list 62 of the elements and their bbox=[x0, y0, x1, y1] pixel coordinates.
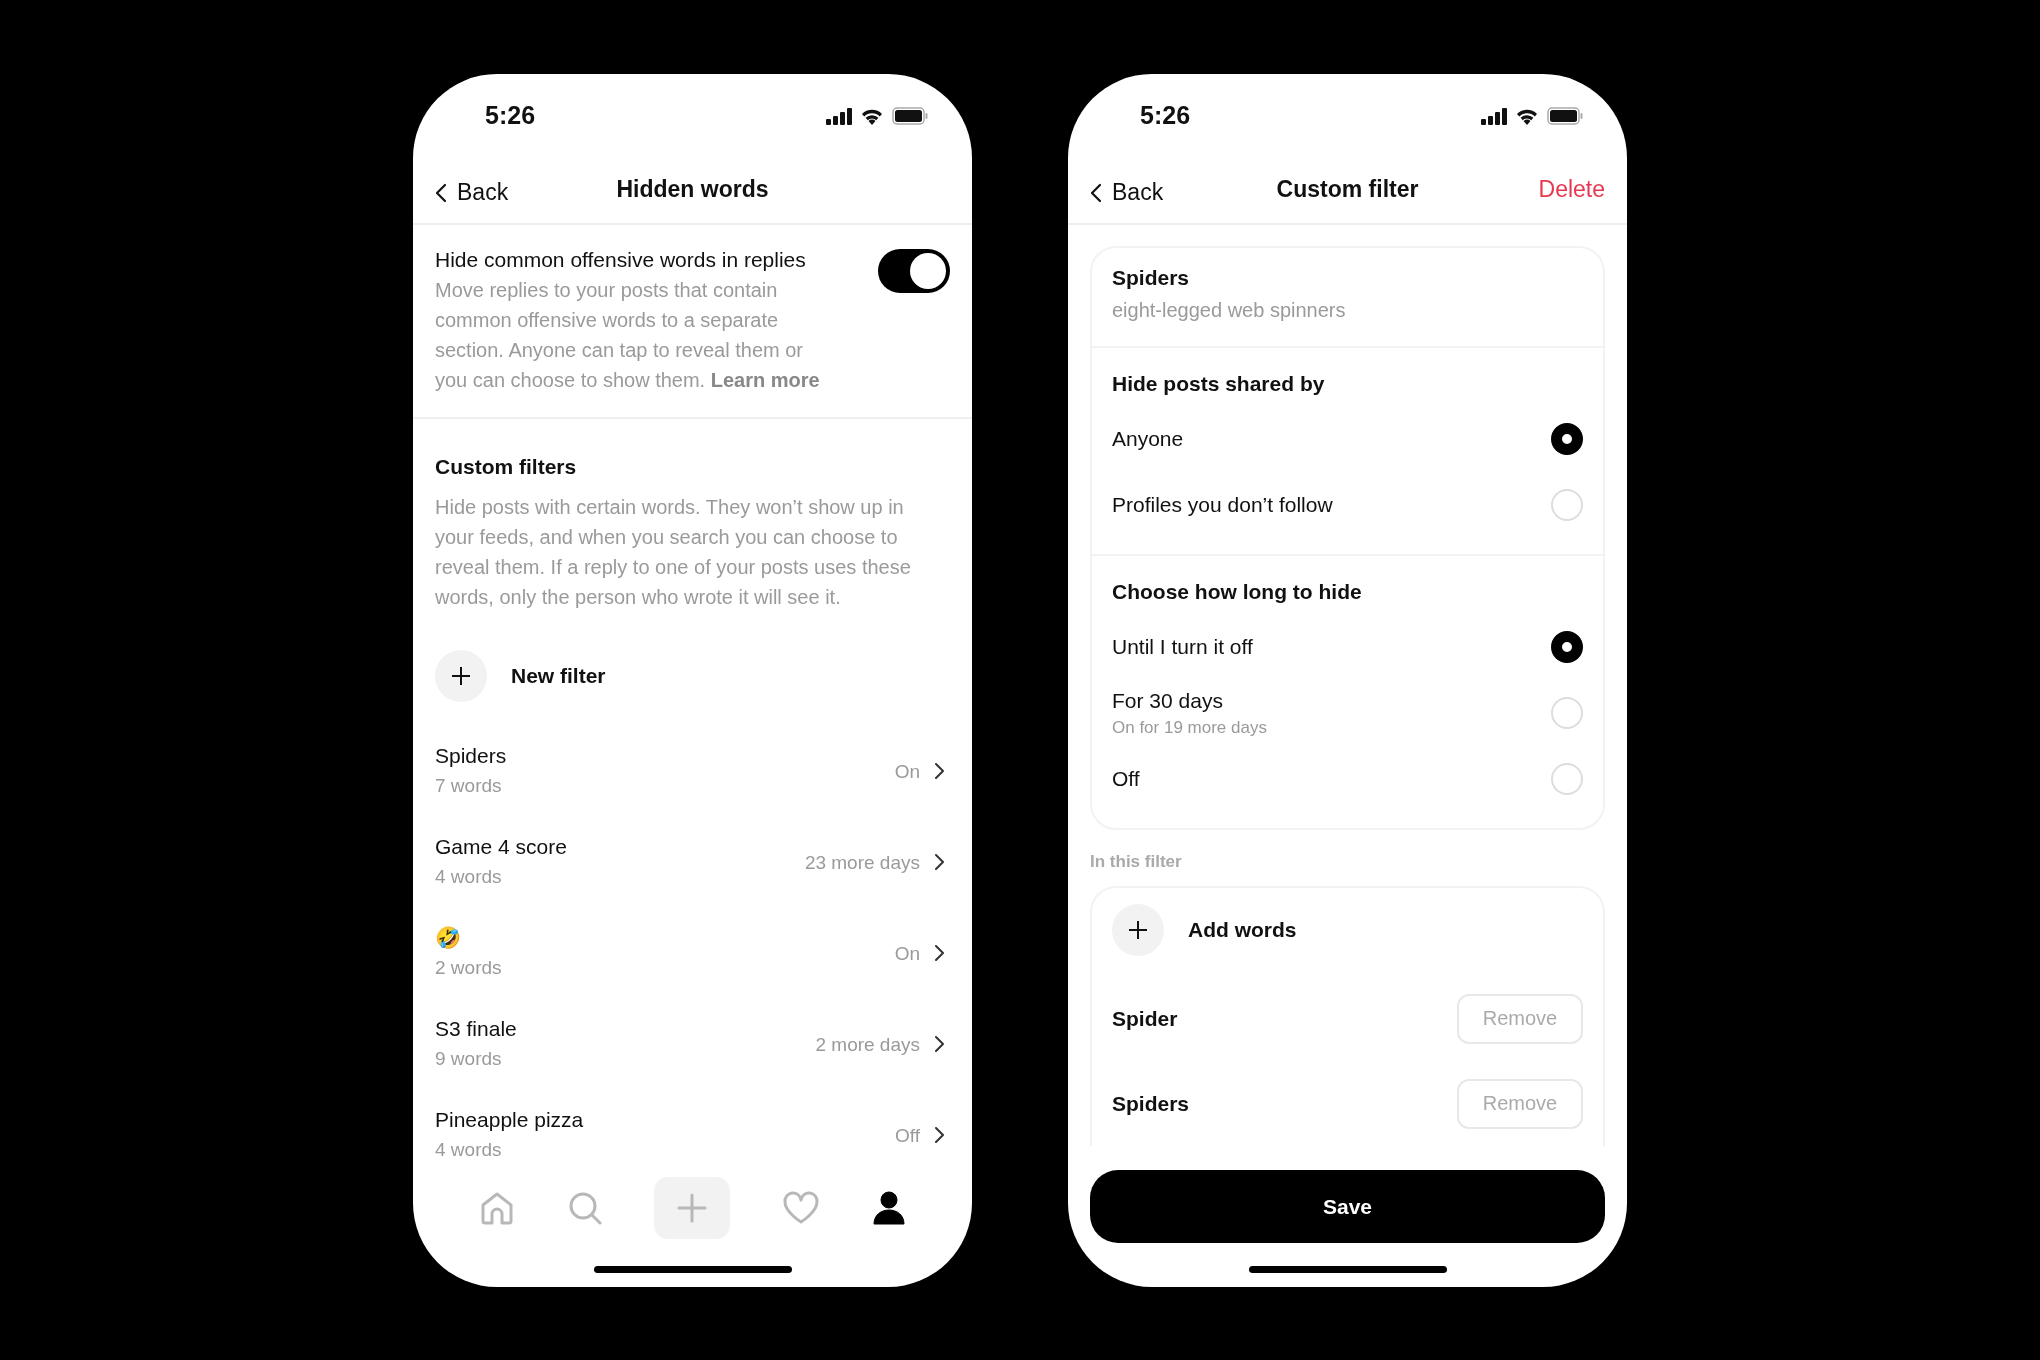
signal-icon bbox=[1481, 107, 1507, 125]
toggle-switch[interactable] bbox=[878, 249, 950, 293]
filter-description: eight-legged web spinners bbox=[1112, 298, 1347, 323]
profile-icon[interactable] bbox=[872, 1191, 907, 1225]
chevron-right-icon[interactable] bbox=[934, 762, 944, 780]
chevron-right-icon[interactable] bbox=[934, 944, 944, 962]
battery-icon bbox=[892, 107, 928, 125]
chevron-left-icon bbox=[1090, 182, 1102, 203]
screen-title: Hidden words bbox=[616, 176, 769, 203]
wifi-icon bbox=[860, 107, 884, 125]
word-count: 9 words bbox=[435, 1047, 503, 1071]
add-words-button[interactable]: Add words bbox=[1188, 918, 1297, 942]
chevron-left-icon bbox=[435, 182, 447, 203]
filter-name[interactable]: Spiders bbox=[435, 741, 881, 771]
filter-name: Spiders bbox=[1112, 265, 1191, 291]
filter-word: Spiders bbox=[1112, 1090, 1190, 1117]
setting-description: Move replies to your posts that contain common offensive words to a separate section. Anyone can tap to reveal them or you can choose to show them. Learn more bbox=[435, 278, 821, 393]
group-title: Hide posts shared by bbox=[1112, 371, 1326, 397]
group-title: Choose how long to hide bbox=[1112, 579, 1363, 605]
section-label: In this filter bbox=[1090, 852, 1183, 872]
filter-word: Spider bbox=[1112, 1005, 1178, 1032]
status-time: 5:26 bbox=[1140, 100, 1191, 130]
wifi-icon bbox=[1515, 107, 1539, 125]
word-count: 2 words bbox=[435, 956, 503, 980]
filter-status: On bbox=[894, 943, 920, 965]
filter-name[interactable]: Pineapple pizza bbox=[435, 1105, 881, 1135]
filter-status: Off bbox=[895, 1125, 920, 1147]
plus-icon bbox=[435, 650, 487, 702]
option-sublabel: On for 19 more days bbox=[1112, 717, 1267, 739]
screen-title: Custom filter bbox=[1276, 176, 1419, 203]
radio-button[interactable] bbox=[1551, 423, 1583, 455]
filter-status: On bbox=[894, 761, 920, 783]
status-time: 5:26 bbox=[485, 100, 536, 130]
back-button[interactable]: Back bbox=[435, 179, 509, 206]
save-button[interactable]: Save bbox=[1090, 1170, 1605, 1243]
radio-button[interactable] bbox=[1551, 631, 1583, 663]
option-label[interactable]: Until I turn it off bbox=[1112, 632, 1253, 662]
signal-icon bbox=[826, 107, 852, 125]
plus-icon bbox=[1112, 904, 1164, 956]
word-count: 4 words bbox=[435, 865, 503, 889]
word-count: 7 words bbox=[435, 774, 503, 798]
filter-status: 23 more days bbox=[804, 852, 920, 874]
option-label[interactable]: Profiles you don’t follow bbox=[1112, 490, 1333, 520]
filter-status: 2 more days bbox=[815, 1034, 920, 1056]
section-description: Hide posts with certain words. They won’t show up in your feeds, and when you search you can choose to reveal them. If a reply to one of your posts uses these words, only the person who wrote it will see it. bbox=[435, 495, 912, 610]
new-filter-button[interactable]: New filter bbox=[511, 664, 606, 688]
delete-button[interactable]: Delete bbox=[1538, 176, 1605, 203]
chevron-right-icon[interactable] bbox=[934, 853, 944, 871]
section-title: Custom filters bbox=[435, 454, 578, 480]
battery-icon bbox=[1547, 107, 1583, 125]
chevron-right-icon[interactable] bbox=[934, 1126, 944, 1144]
chevron-right-icon[interactable] bbox=[934, 1035, 944, 1053]
plus-icon bbox=[677, 1193, 708, 1223]
option-label[interactable]: Anyone bbox=[1112, 424, 1184, 454]
setting-title: Hide common offensive words in replies bbox=[435, 247, 807, 273]
option-label[interactable]: Off bbox=[1112, 764, 1140, 794]
option-label[interactable]: For 30 days bbox=[1112, 686, 1267, 716]
learn-more-link[interactable]: Learn more bbox=[710, 369, 820, 391]
filter-name[interactable]: S3 finale bbox=[435, 1014, 802, 1044]
back-button[interactable]: Back bbox=[1090, 179, 1164, 206]
word-count: 4 words bbox=[435, 1138, 503, 1162]
filter-name[interactable]: Game 4 score bbox=[435, 832, 791, 862]
